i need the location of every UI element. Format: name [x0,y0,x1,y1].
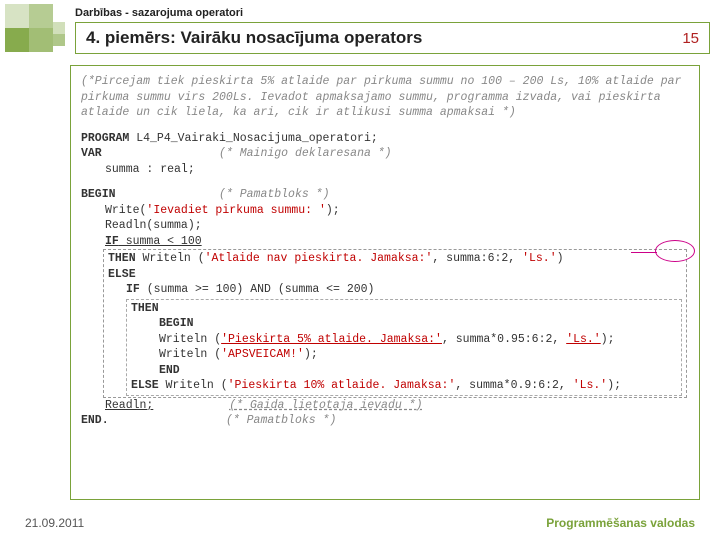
var-decl: summa : real; [81,163,195,176]
task-description: (*Pircejam tiek pieskirta 5% atlaide par… [81,74,689,121]
if-line: IF summa < 100 [81,234,689,250]
end-keyword: END. [81,414,109,427]
inner-dashed-box: THEN BEGIN Writeln ('Pieskirta 5% atlaid… [126,299,682,396]
slide-footer: 21.09.2011 Programmēšanas valodas [25,516,695,530]
annotation-circle [655,240,695,262]
then-branch: THEN Writeln ('Atlaide nav pieskirta. Ja… [108,251,684,267]
program-keyword: PROGRAM [81,132,129,145]
page-number: 15 [682,30,699,47]
footer-date: 21.09.2011 [25,516,84,530]
annotation-arrow [631,252,657,253]
code-content: (*Pircejam tiek pieskirta 5% atlaide par… [70,65,700,500]
writeln-congrats: Writeln ('APSVEICAM!'); [131,347,679,363]
begin-keyword: BEGIN [81,188,116,201]
else-10pct: ELSE Writeln ('Pieskirta 10% atlaide. Ja… [131,378,679,394]
readln-wait: Readln; (* Gaida lietotaja ievadu *) [81,398,689,414]
footer-course: Programmēšanas valodas [546,516,695,530]
title-bar: 4. piemērs: Vairāku nosacījuma operators… [75,22,710,54]
else-keyword: ELSE [108,268,136,281]
readln-summa: Readln(summa); [81,218,689,234]
program-declaration: PROGRAM L4_P4_Vairaki_Nosacijuma_operato… [81,131,689,178]
writeln-5pct: Writeln ('Pieskirta 5% atlaide. Jamaksa:… [131,332,679,348]
breadcrumb: Darbības - sazarojuma operatori [75,7,243,19]
slide-title: 4. piemērs: Vairāku nosacījuma operators [86,28,422,48]
main-block: BEGIN (* Pamatbloks *) Write('Ievadiet p… [81,187,689,429]
var-keyword: VAR [81,147,102,160]
nested-if: IF (summa >= 100) AND (summa <= 200) [108,282,684,298]
write-prompt: Write('Ievadiet pirkuma summu: '); [81,203,689,219]
outer-dashed-box: THEN Writeln ('Atlaide nav pieskirta. Ja… [103,249,687,398]
